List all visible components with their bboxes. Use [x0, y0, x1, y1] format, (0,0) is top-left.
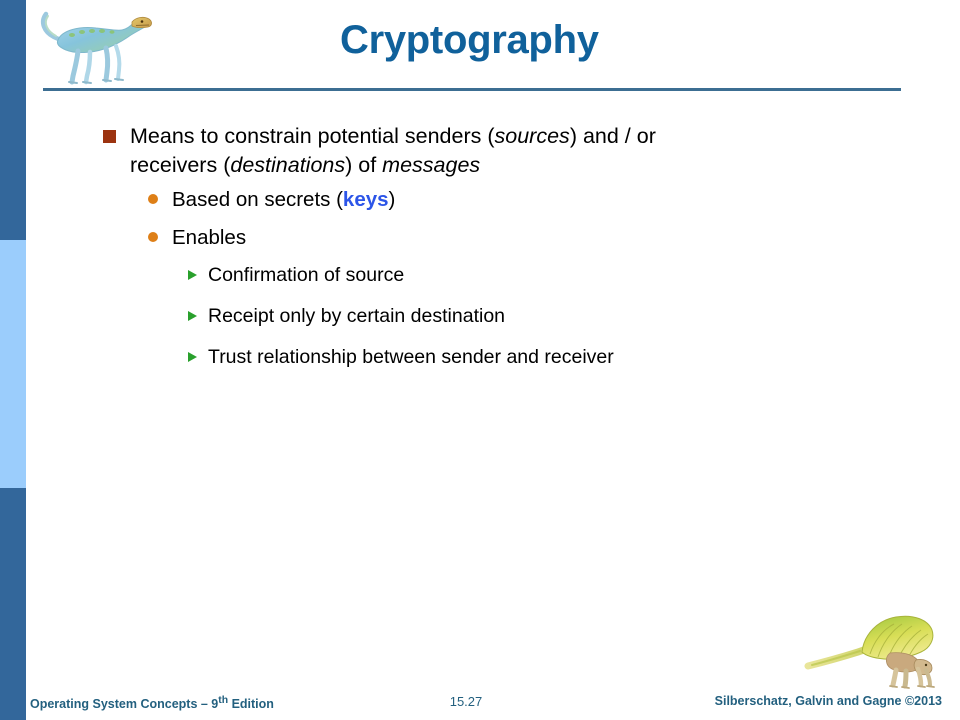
- circle-bullet-icon: [148, 232, 158, 242]
- triangle-bullet-icon: [188, 270, 197, 280]
- bullet-text-part: Means to constrain potential senders (: [130, 124, 495, 148]
- bullet-emphasis: destinations: [230, 153, 346, 177]
- footer-edition-text: – 9: [200, 697, 219, 712]
- bullet-text: Trust relationship between sender and re…: [208, 346, 614, 368]
- bullet-emphasis: messages: [382, 153, 481, 177]
- square-bullet-icon: [103, 130, 116, 143]
- bullet-text: Confirmation of source: [208, 264, 405, 286]
- bullet-text-part: ): [388, 188, 396, 211]
- bullet-keyword: keys: [342, 188, 389, 211]
- page-number: 15.27: [449, 694, 483, 709]
- bullet-level3-item: Confirmation of source: [188, 262, 960, 288]
- footer-book-title: Operating System Concepts – 9th Edition: [30, 695, 274, 711]
- sidebar-segment-bottom: [0, 488, 26, 720]
- bullet-text: Means to constrain potential senders (so…: [130, 122, 720, 180]
- bullet-level2-item: Based on secrets (keys): [148, 186, 960, 213]
- dinosaur-icon-footer: [804, 608, 944, 690]
- footer-edition-superscript: th: [218, 695, 229, 706]
- bullet-level3-item: Receipt only by certain destination: [188, 303, 960, 329]
- footer-edition-suffix: Edition: [228, 697, 274, 712]
- bullet-emphasis: sources: [494, 124, 570, 148]
- triangle-bullet-icon: [188, 311, 197, 321]
- triangle-bullet-icon: [188, 352, 197, 362]
- bullet-text-part: ) of: [345, 153, 383, 177]
- dinosaur-icon: [32, 4, 156, 88]
- presentation-slide: Cryptography Means to constrain potentia…: [0, 0, 960, 720]
- bullet-level3-item: Trust relationship between sender and re…: [188, 344, 960, 370]
- footer-copyright: Silberschatz, Galvin and Gagne ©2013: [714, 694, 942, 708]
- bullet-text: Based on secrets (keys): [172, 186, 395, 213]
- slide-body: Means to constrain potential senders (so…: [0, 122, 960, 385]
- bullet-text: Receipt only by certain destination: [208, 305, 506, 327]
- bullet-level1-item: Means to constrain potential senders (so…: [103, 122, 960, 180]
- bullet-level2-item: Enables: [148, 224, 960, 251]
- bullet-text: Enables: [172, 226, 247, 249]
- bullet-text-part: Based on secrets (: [172, 188, 343, 211]
- title-divider: [43, 88, 901, 91]
- circle-bullet-icon: [148, 194, 158, 204]
- footer-title-text: Operating System Concepts: [30, 697, 201, 712]
- page-title: Cryptography: [340, 18, 599, 62]
